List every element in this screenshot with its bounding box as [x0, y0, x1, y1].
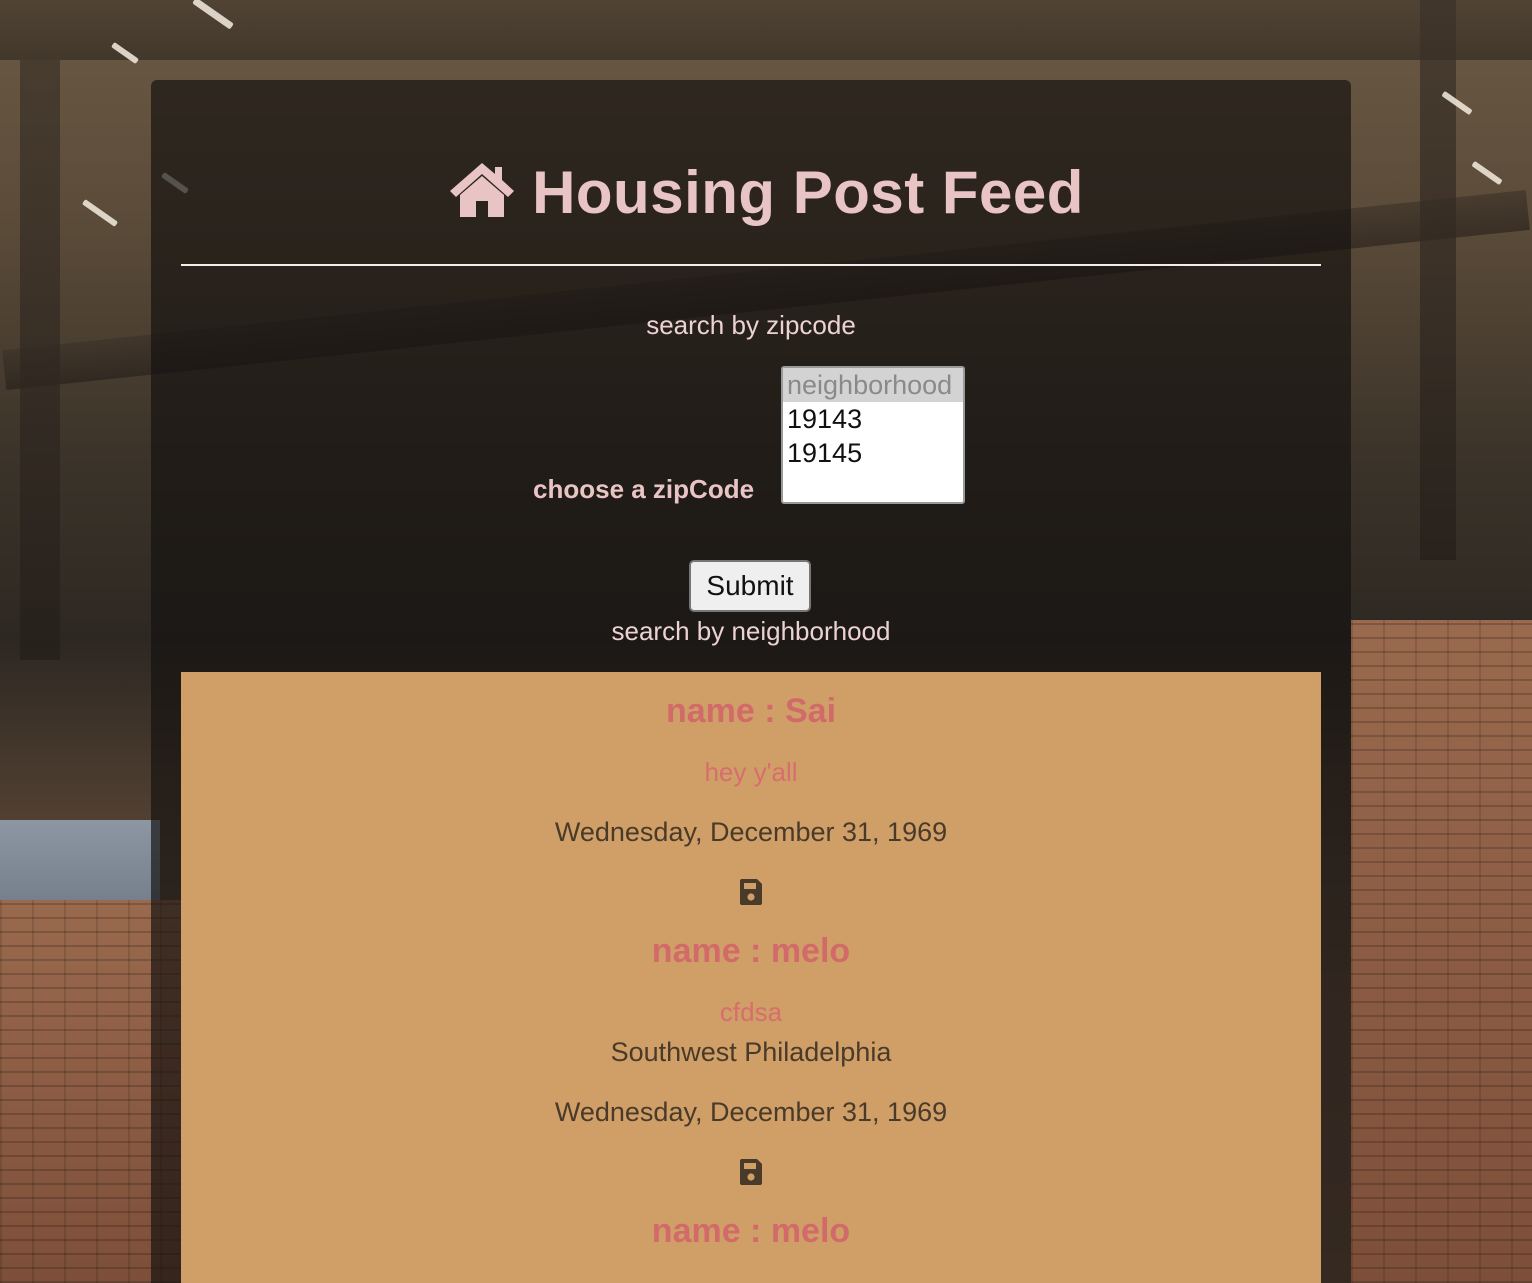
zipcode-search-heading: search by zipcode	[646, 310, 856, 340]
page-title: Housing Post Feed	[0, 158, 1532, 227]
zipcode-option[interactable]: 19143	[783, 402, 963, 436]
zipcode-option[interactable]: neighborhood	[783, 368, 963, 402]
zipcode-option[interactable]: 19145	[783, 436, 963, 470]
neighborhood-search-heading: search by neighborhood	[611, 616, 891, 646]
save-icon[interactable]	[738, 1158, 764, 1186]
post-date: Wednesday, December 31, 1969	[554, 817, 948, 847]
post-neighborhood: Southwest Philadelphia	[610, 1037, 892, 1067]
post-date: Wednesday, December 31, 1969	[554, 1097, 948, 1127]
submit-button[interactable]: Submit	[689, 560, 811, 612]
post-author: name : melo	[651, 932, 851, 970]
save-icon[interactable]	[738, 878, 764, 906]
zipcode-label: choose a zipCode	[533, 474, 755, 504]
header-divider	[181, 264, 1321, 266]
post-feed: name : Sai hey y'all Wednesday, December…	[181, 672, 1321, 1283]
page-title-text: Housing Post Feed	[532, 159, 1084, 226]
zipcode-select[interactable]: neighborhood 19143 19145	[781, 366, 965, 504]
post-author: name : Sai	[665, 692, 837, 730]
post-message: cfdsa	[719, 997, 783, 1027]
home-icon	[448, 161, 516, 219]
post-message: hey y'all	[704, 757, 798, 787]
post-author: name : melo	[651, 1212, 851, 1250]
